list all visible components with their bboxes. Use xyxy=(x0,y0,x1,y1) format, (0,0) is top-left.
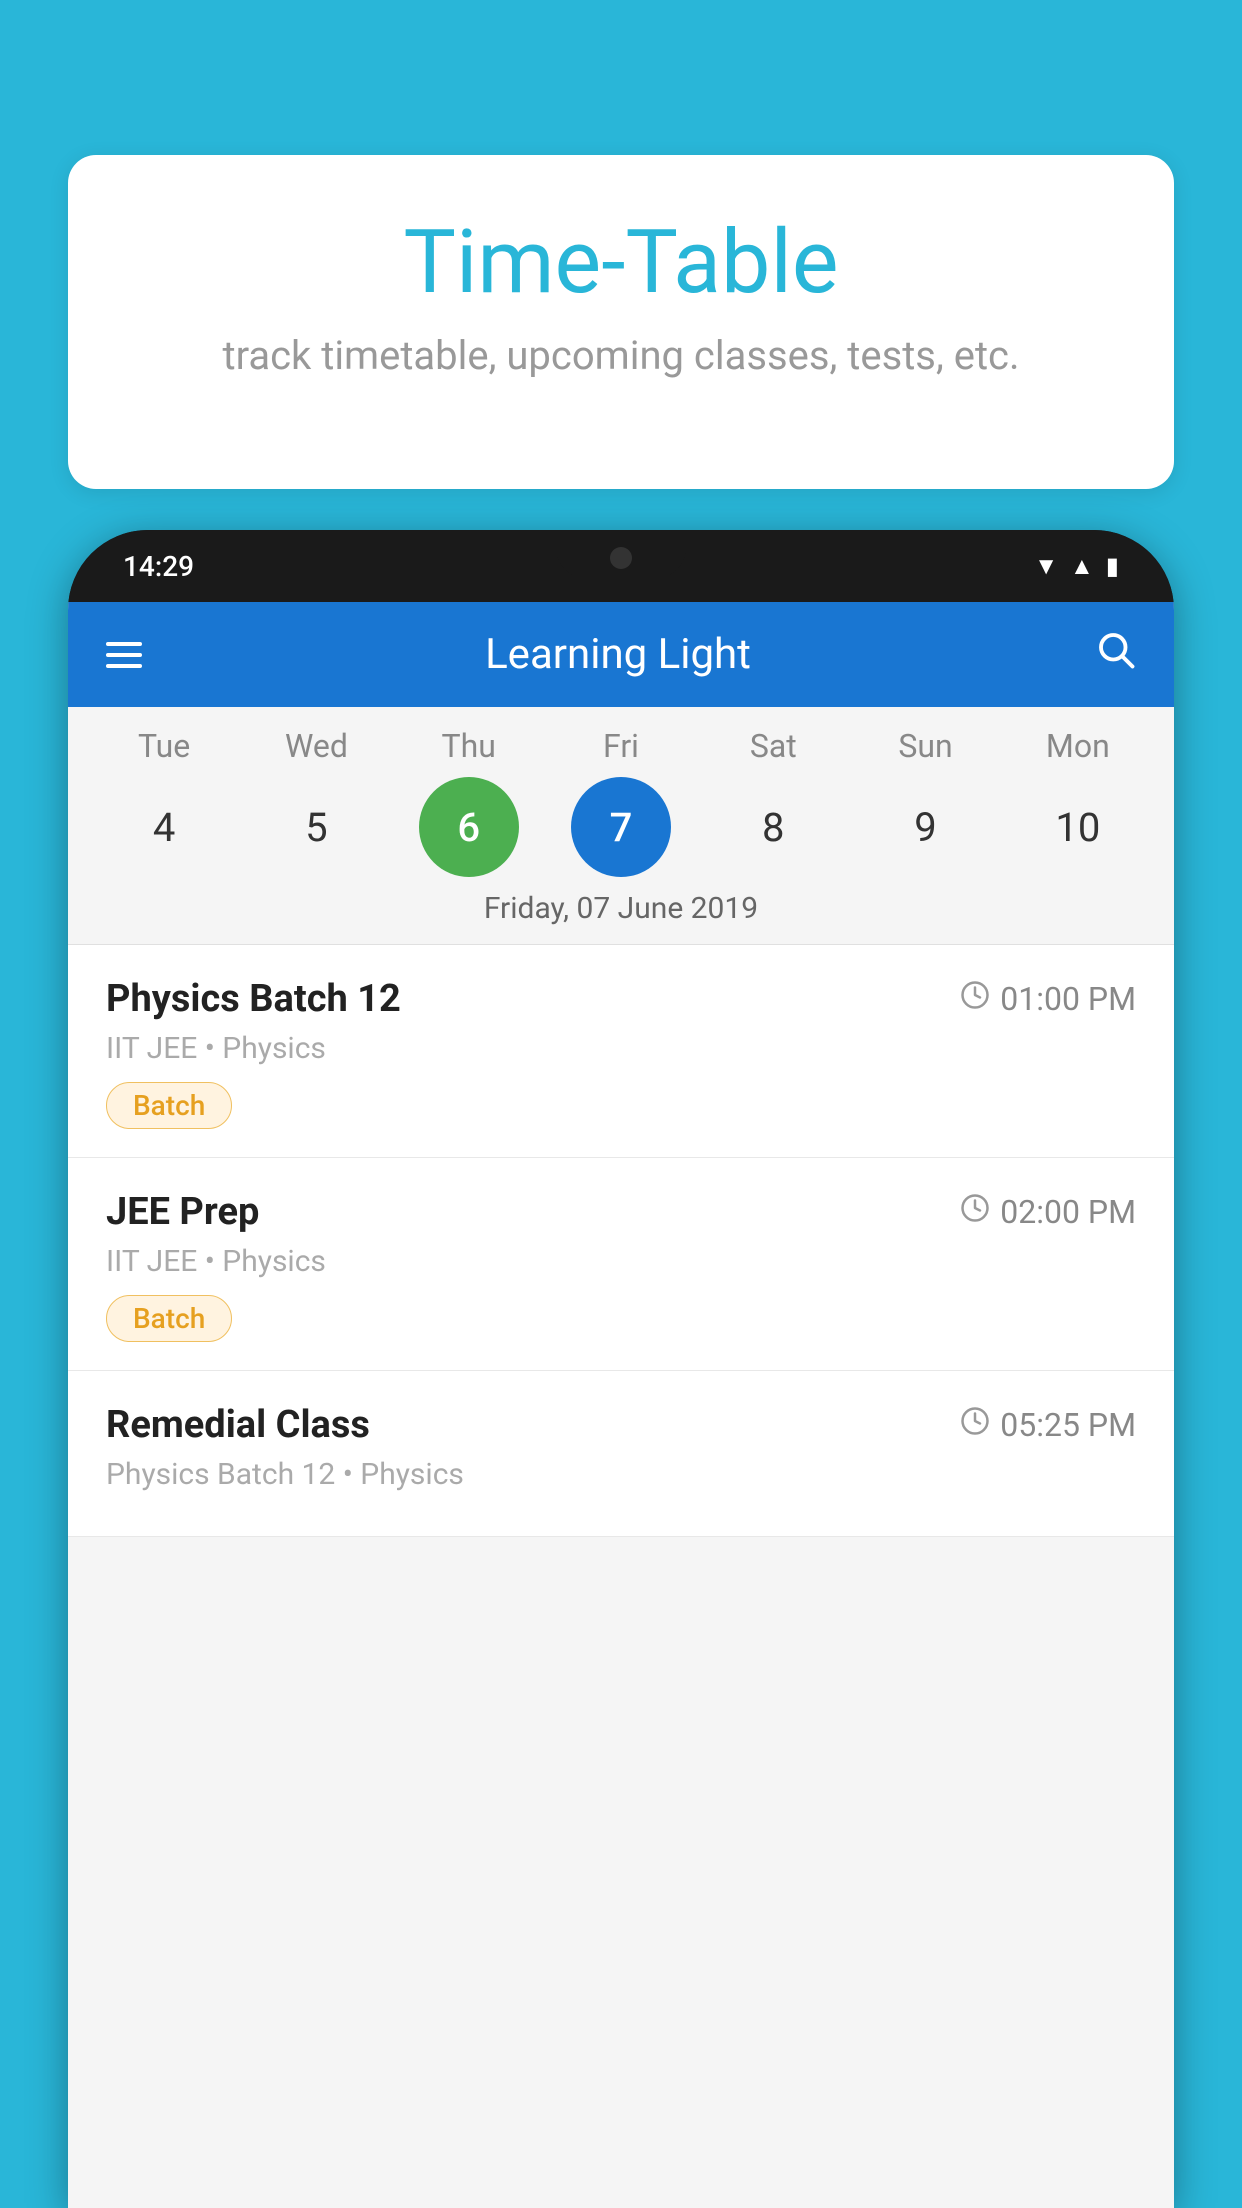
schedule-item-2-subtitle: IIT JEE • Physics xyxy=(106,1244,1136,1279)
app-title: Learning Light xyxy=(172,630,1064,679)
day-name-sat: Sat xyxy=(723,727,823,765)
clock-icon-2 xyxy=(960,1193,990,1231)
day-names-row: Tue Wed Thu Fri Sat Sun Mon xyxy=(68,727,1174,765)
battery-icon: ▮ xyxy=(1106,552,1119,580)
schedule-item-1-subtitle: IIT JEE • Physics xyxy=(106,1031,1136,1066)
schedule-item-3-time-text: 05:25 PM xyxy=(1000,1406,1136,1444)
bubble-title: Time-Table xyxy=(118,215,1124,312)
phone-notch xyxy=(556,530,686,578)
schedule-item-2-title: JEE Prep xyxy=(106,1190,259,1234)
day-9[interactable]: 9 xyxy=(876,777,976,877)
schedule-item-1-time: 01:00 PM xyxy=(960,980,1136,1018)
status-time: 14:29 xyxy=(123,550,194,583)
phone-screen: Learning Light Tue Wed Thu Fri Sat Sun M… xyxy=(68,602,1174,2208)
signal-icon: ▲ xyxy=(1070,552,1094,581)
status-bar: 14:29 ▼ ▲ ▮ xyxy=(68,530,1174,602)
status-icons: ▼ ▲ ▮ xyxy=(1034,552,1119,581)
day-5[interactable]: 5 xyxy=(266,777,366,877)
schedule-item-2: JEE Prep 02:00 PM IIT JEE • Physics Batc… xyxy=(68,1158,1174,1371)
schedule-item-3-title: Remedial Class xyxy=(106,1403,370,1447)
schedule-item-3-header: Remedial Class 05:25 PM xyxy=(106,1403,1136,1447)
day-name-thu: Thu xyxy=(419,727,519,765)
schedule-item-3-subtitle: Physics Batch 12 • Physics xyxy=(106,1457,1136,1492)
schedule-item-3: Remedial Class 05:25 PM Physics Batch 12… xyxy=(68,1371,1174,1537)
phone-frame: 14:29 ▼ ▲ ▮ Learning Light xyxy=(68,530,1174,2208)
search-button[interactable] xyxy=(1094,628,1136,681)
day-name-mon: Mon xyxy=(1028,727,1128,765)
bubble-subtitle: track timetable, upcoming classes, tests… xyxy=(118,332,1124,379)
day-name-wed: Wed xyxy=(266,727,366,765)
camera xyxy=(610,547,632,569)
schedule-item-1-time-text: 01:00 PM xyxy=(1000,980,1136,1018)
wifi-icon: ▼ xyxy=(1034,552,1058,581)
schedule-item-3-time: 05:25 PM xyxy=(960,1406,1136,1444)
selected-date-label: Friday, 07 June 2019 xyxy=(68,891,1174,936)
clock-icon-1 xyxy=(960,980,990,1018)
schedule-list: Physics Batch 12 01:00 PM IIT JEE • Phys… xyxy=(68,945,1174,1537)
speech-bubble: Time-Table track timetable, upcoming cla… xyxy=(68,155,1174,489)
speech-bubble-container: Time-Table track timetable, upcoming cla… xyxy=(68,155,1174,489)
schedule-item-1-header: Physics Batch 12 01:00 PM xyxy=(106,977,1136,1021)
app-header: Learning Light xyxy=(68,602,1174,707)
day-4[interactable]: 4 xyxy=(114,777,214,877)
calendar-strip: Tue Wed Thu Fri Sat Sun Mon 4 5 6 7 8 9 … xyxy=(68,707,1174,945)
clock-icon-3 xyxy=(960,1406,990,1444)
day-name-sun: Sun xyxy=(876,727,976,765)
schedule-item-2-time-text: 02:00 PM xyxy=(1000,1193,1136,1231)
schedule-item-1-title: Physics Batch 12 xyxy=(106,977,401,1021)
schedule-item-1: Physics Batch 12 01:00 PM IIT JEE • Phys… xyxy=(68,945,1174,1158)
day-8[interactable]: 8 xyxy=(723,777,823,877)
schedule-item-2-badge: Batch xyxy=(106,1295,232,1342)
day-10[interactable]: 10 xyxy=(1028,777,1128,877)
menu-button[interactable] xyxy=(106,642,142,668)
schedule-item-1-badge: Batch xyxy=(106,1082,232,1129)
day-name-fri: Fri xyxy=(571,727,671,765)
day-6-today[interactable]: 6 xyxy=(419,777,519,877)
day-name-tue: Tue xyxy=(114,727,214,765)
schedule-item-2-header: JEE Prep 02:00 PM xyxy=(106,1190,1136,1234)
day-numbers-row: 4 5 6 7 8 9 10 xyxy=(68,777,1174,877)
day-7-selected[interactable]: 7 xyxy=(571,777,671,877)
schedule-item-2-time: 02:00 PM xyxy=(960,1193,1136,1231)
